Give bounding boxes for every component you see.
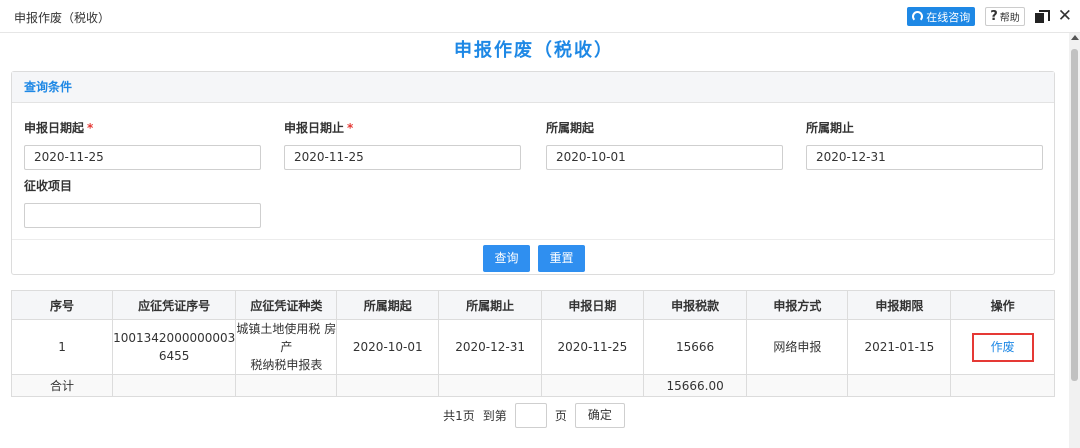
restore-window-icon[interactable] <box>1034 10 1050 23</box>
field-label: 申报日期止 * <box>284 121 354 135</box>
goto-confirm-button[interactable]: 确定 <box>574 403 625 428</box>
page-unit-label: 页 <box>554 409 567 423</box>
column-header: 所属期止 <box>438 290 542 320</box>
declare-date-start-input[interactable]: 2020-11-25 <box>24 145 261 170</box>
page-title: 申报作废（税收） <box>454 40 614 61</box>
cell-period-start: 2020-10-01 <box>336 319 440 375</box>
help-label: 帮助 <box>999 13 1020 24</box>
headset-icon <box>912 11 924 22</box>
column-header: 申报税款 <box>642 290 748 320</box>
required-mark: * <box>87 121 94 135</box>
search-button[interactable]: 查询 <box>483 245 530 272</box>
field-label: 所属期起 <box>546 121 595 135</box>
required-mark: * <box>347 121 354 135</box>
table-total-row: 合计 15666.00 <box>10 374 1055 397</box>
field-label: 申报日期起 * <box>24 121 94 135</box>
query-panel: 查询条件 申报日期起 * 2020-11-25 申报日期止 * 2020-11-25… <box>11 71 1055 275</box>
cell-tax: 15666 <box>642 319 748 375</box>
field-label: 所属期止 <box>806 121 855 135</box>
goto-label: 到第 <box>482 409 507 423</box>
cell-declare-date: 2020-11-25 <box>541 319 644 375</box>
column-header: 申报期限 <box>847 290 952 320</box>
cell-method: 网络申报 <box>746 319 849 375</box>
scrollbar-thumb[interactable] <box>1071 49 1078 381</box>
declare-date-end-field: 申报日期止 * 2020-11-25 <box>284 119 521 170</box>
divider <box>12 239 1054 240</box>
declare-date-end-input[interactable]: 2020-11-25 <box>284 145 521 170</box>
field-label: 征收项目 <box>24 179 73 193</box>
column-header: 申报方式 <box>746 290 849 320</box>
page-number-input[interactable] <box>514 403 547 428</box>
table-header-row: 序号 应征凭证序号 应征凭证种类 所属期起 所属期止 申报日期 申报税款 申报方… <box>10 290 1055 320</box>
void-link[interactable]: 作废 <box>971 332 1034 362</box>
column-header: 所属期起 <box>336 290 440 320</box>
question-icon: ? <box>990 9 998 24</box>
cell-seq: 1 <box>10 319 114 375</box>
period-start-input[interactable]: 2020-10-01 <box>546 145 783 170</box>
cell-voucher-no: 1001342000000003 6455 <box>112 319 237 375</box>
pagination: 共1页 到第 页 确定 <box>0 403 1068 428</box>
period-end-input[interactable]: 2020-12-31 <box>806 145 1043 170</box>
column-header: 序号 <box>10 290 114 320</box>
toolbar: 在线咨询 ? 帮助 ✕ <box>907 7 1072 26</box>
levy-item-field: 征收项目 <box>24 177 261 228</box>
cell-deadline: 2021-01-15 <box>847 319 952 375</box>
total-pages: 共1页 <box>443 409 475 423</box>
total-tax: 15666.00 <box>642 374 748 397</box>
cell-period-end: 2020-12-31 <box>438 319 542 375</box>
column-header: 申报日期 <box>541 290 644 320</box>
vertical-scrollbar[interactable] <box>1069 33 1080 448</box>
cell-voucher-type: 城镇土地使用税 房产 税纳税申报表 <box>235 319 338 375</box>
scroll-up-icon[interactable] <box>1071 35 1079 40</box>
cell-action: 作废 <box>950 319 1055 375</box>
online-consult-button[interactable]: 在线咨询 <box>907 7 976 26</box>
query-panel-heading: 查询条件 <box>12 72 1054 103</box>
column-header: 应征凭证序号 <box>112 290 237 320</box>
levy-item-input[interactable] <box>24 203 261 228</box>
title-bar: 申报作废（税收） 在线咨询 ? 帮助 ✕ <box>0 0 1080 33</box>
table-row: 1 1001342000000003 6455 城镇土地使用税 房产 税纳税申报表 … <box>10 319 1055 375</box>
period-end-field: 所属期止 2020-12-31 <box>806 119 1043 170</box>
results-table: 序号 应征凭证序号 应征凭证种类 所属期起 所属期止 申报日期 申报税款 申报方… <box>10 290 1055 397</box>
column-header: 操作 <box>950 290 1055 320</box>
declare-date-start-field: 申报日期起 * 2020-11-25 <box>24 119 261 170</box>
window-title: 申报作废（税收） <box>14 11 111 25</box>
help-button[interactable]: ? 帮助 <box>985 7 1025 26</box>
online-consult-label: 在线咨询 <box>926 10 971 24</box>
total-label: 合计 <box>10 374 114 397</box>
reset-button[interactable]: 重置 <box>538 245 585 272</box>
column-header: 应征凭证种类 <box>235 290 338 320</box>
close-icon[interactable]: ✕ <box>1058 8 1072 25</box>
period-start-field: 所属期起 2020-10-01 <box>546 119 783 170</box>
